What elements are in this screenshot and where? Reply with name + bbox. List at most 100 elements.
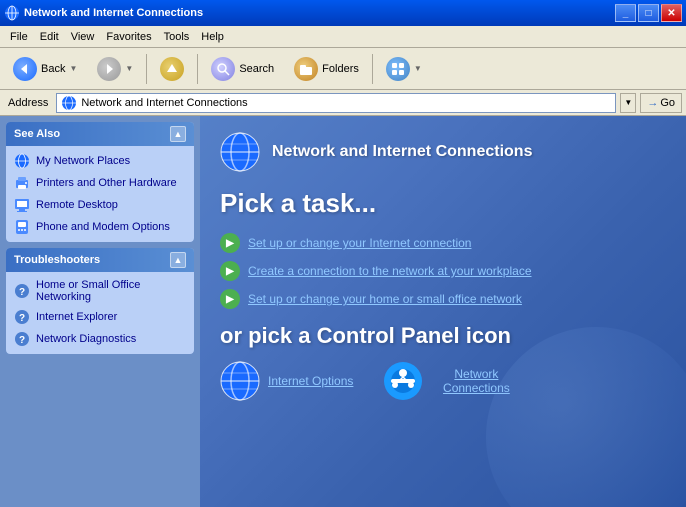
sidebar-item-my-network-places[interactable]: My Network Places [6, 150, 194, 172]
task-arrow-3: ▶ [220, 289, 240, 309]
help-ie-icon: ? [14, 309, 30, 325]
watermark-globe [486, 327, 686, 507]
see-also-section: See Also ▲ My Network Places [6, 122, 194, 242]
menu-favorites[interactable]: Favorites [100, 29, 157, 45]
network-connections-icon [383, 361, 423, 401]
menu-tools[interactable]: Tools [158, 29, 196, 45]
address-value: Network and Internet Connections [81, 97, 611, 109]
back-icon [13, 57, 37, 81]
window-controls: _ □ ✕ [615, 4, 682, 22]
content-header: Network and Internet Connections [220, 132, 666, 172]
toolbar-separator-2 [197, 54, 198, 84]
task-link-3[interactable]: Set up or change your home or small offi… [248, 292, 522, 306]
sidebar-item-remote-desktop-label: Remote Desktop [36, 199, 118, 211]
see-also-header: See Also ▲ [6, 122, 194, 146]
up-button[interactable] [151, 51, 193, 87]
remote-desktop-icon [14, 197, 30, 213]
search-label: Search [239, 63, 274, 75]
svg-text:?: ? [19, 335, 25, 346]
menu-bar: File Edit View Favorites Tools Help [0, 26, 686, 48]
see-also-collapse-button[interactable]: ▲ [170, 126, 186, 142]
task-item-2[interactable]: ▶ Create a connection to the network at … [220, 261, 666, 281]
title-bar: Network and Internet Connections _ □ ✕ [0, 0, 686, 26]
task-arrow-2: ▶ [220, 261, 240, 281]
back-button[interactable]: Back ▼ [4, 51, 86, 87]
menu-view[interactable]: View [65, 29, 101, 45]
menu-help[interactable]: Help [195, 29, 230, 45]
up-icon [160, 57, 184, 81]
see-also-title: See Also [14, 128, 60, 140]
sidebar: See Also ▲ My Network Places [0, 116, 200, 507]
sidebar-item-home-networking-label: Home or Small Office Networking [36, 279, 186, 303]
sidebar-item-internet-explorer[interactable]: ? Internet Explorer [6, 306, 194, 328]
go-button[interactable]: → Go [640, 93, 682, 113]
address-bar: Address Network and Internet Connections… [0, 90, 686, 116]
svg-text:?: ? [19, 313, 25, 324]
folders-icon [294, 57, 318, 81]
troubleshooters-title: Troubleshooters [14, 254, 100, 266]
address-dropdown-button[interactable]: ▼ [620, 93, 636, 113]
content-globe-icon [220, 132, 260, 172]
svg-text:?: ? [19, 287, 25, 298]
panel-icon-internet-options[interactable]: Internet Options [220, 361, 353, 401]
address-input-wrapper: Network and Internet Connections [56, 93, 616, 113]
task-arrow-1: ▶ [220, 233, 240, 253]
content-area: Network and Internet Connections Pick a … [200, 116, 686, 507]
menu-file[interactable]: File [4, 29, 34, 45]
search-button[interactable]: Search [202, 51, 283, 87]
troubleshooters-items: ? Home or Small Office Networking ? Inte… [6, 272, 194, 354]
troubleshooters-collapse-button[interactable]: ▲ [170, 252, 186, 268]
forward-dropdown-icon: ▼ [125, 64, 133, 73]
sidebar-item-remote-desktop[interactable]: Remote Desktop [6, 194, 194, 216]
sidebar-item-internet-explorer-label: Internet Explorer [36, 311, 117, 323]
folders-label: Folders [322, 63, 359, 75]
pick-task-heading: Pick a task... [220, 188, 666, 219]
help-home-icon: ? [14, 283, 30, 299]
views-dropdown-icon: ▼ [414, 64, 422, 73]
internet-options-label[interactable]: Internet Options [268, 374, 353, 388]
maximize-button[interactable]: □ [638, 4, 659, 22]
search-icon [211, 57, 235, 81]
sidebar-item-printers[interactable]: Printers and Other Hardware [6, 172, 194, 194]
views-icon [386, 57, 410, 81]
close-button[interactable]: ✕ [661, 4, 682, 22]
sidebar-item-network-places-label: My Network Places [36, 155, 130, 167]
go-arrow-icon: → [647, 97, 658, 109]
printer-icon [14, 175, 30, 191]
address-label: Address [4, 97, 52, 109]
sidebar-item-network-diagnostics-label: Network Diagnostics [36, 333, 136, 345]
main-container: See Also ▲ My Network Places [0, 116, 686, 507]
sidebar-item-printers-label: Printers and Other Hardware [36, 177, 177, 189]
window-icon [4, 5, 20, 21]
forward-button[interactable]: ▼ [88, 51, 142, 87]
address-globe-icon [61, 95, 77, 111]
toolbar: Back ▼ ▼ Search Folders [0, 48, 686, 90]
forward-icon [97, 57, 121, 81]
troubleshooters-section: Troubleshooters ▲ ? Home or Small Office… [6, 248, 194, 354]
menu-edit[interactable]: Edit [34, 29, 65, 45]
folders-button[interactable]: Folders [285, 51, 368, 87]
sidebar-item-home-networking[interactable]: ? Home or Small Office Networking [6, 276, 194, 306]
help-diagnostics-icon: ? [14, 331, 30, 347]
sidebar-item-phone-label: Phone and Modem Options [36, 221, 170, 233]
back-label: Back [41, 63, 65, 75]
window-title: Network and Internet Connections [24, 7, 615, 19]
content-title: Network and Internet Connections [272, 143, 532, 161]
task-item-3[interactable]: ▶ Set up or change your home or small of… [220, 289, 666, 309]
task-link-2[interactable]: Create a connection to the network at yo… [248, 264, 532, 278]
task-item-1[interactable]: ▶ Set up or change your Internet connect… [220, 233, 666, 253]
toolbar-separator-1 [146, 54, 147, 84]
network-places-icon [14, 153, 30, 169]
minimize-button[interactable]: _ [615, 4, 636, 22]
back-dropdown-icon: ▼ [69, 64, 77, 73]
see-also-items: My Network Places Printers and Other Har… [6, 146, 194, 242]
go-label: Go [660, 97, 675, 109]
task-link-1[interactable]: Set up or change your Internet connectio… [248, 236, 471, 250]
internet-options-icon [220, 361, 260, 401]
sidebar-item-network-diagnostics[interactable]: ? Network Diagnostics [6, 328, 194, 350]
phone-modem-icon [14, 219, 30, 235]
views-button[interactable]: ▼ [377, 51, 431, 87]
troubleshooters-header: Troubleshooters ▲ [6, 248, 194, 272]
sidebar-item-phone-modem[interactable]: Phone and Modem Options [6, 216, 194, 238]
toolbar-separator-3 [372, 54, 373, 84]
